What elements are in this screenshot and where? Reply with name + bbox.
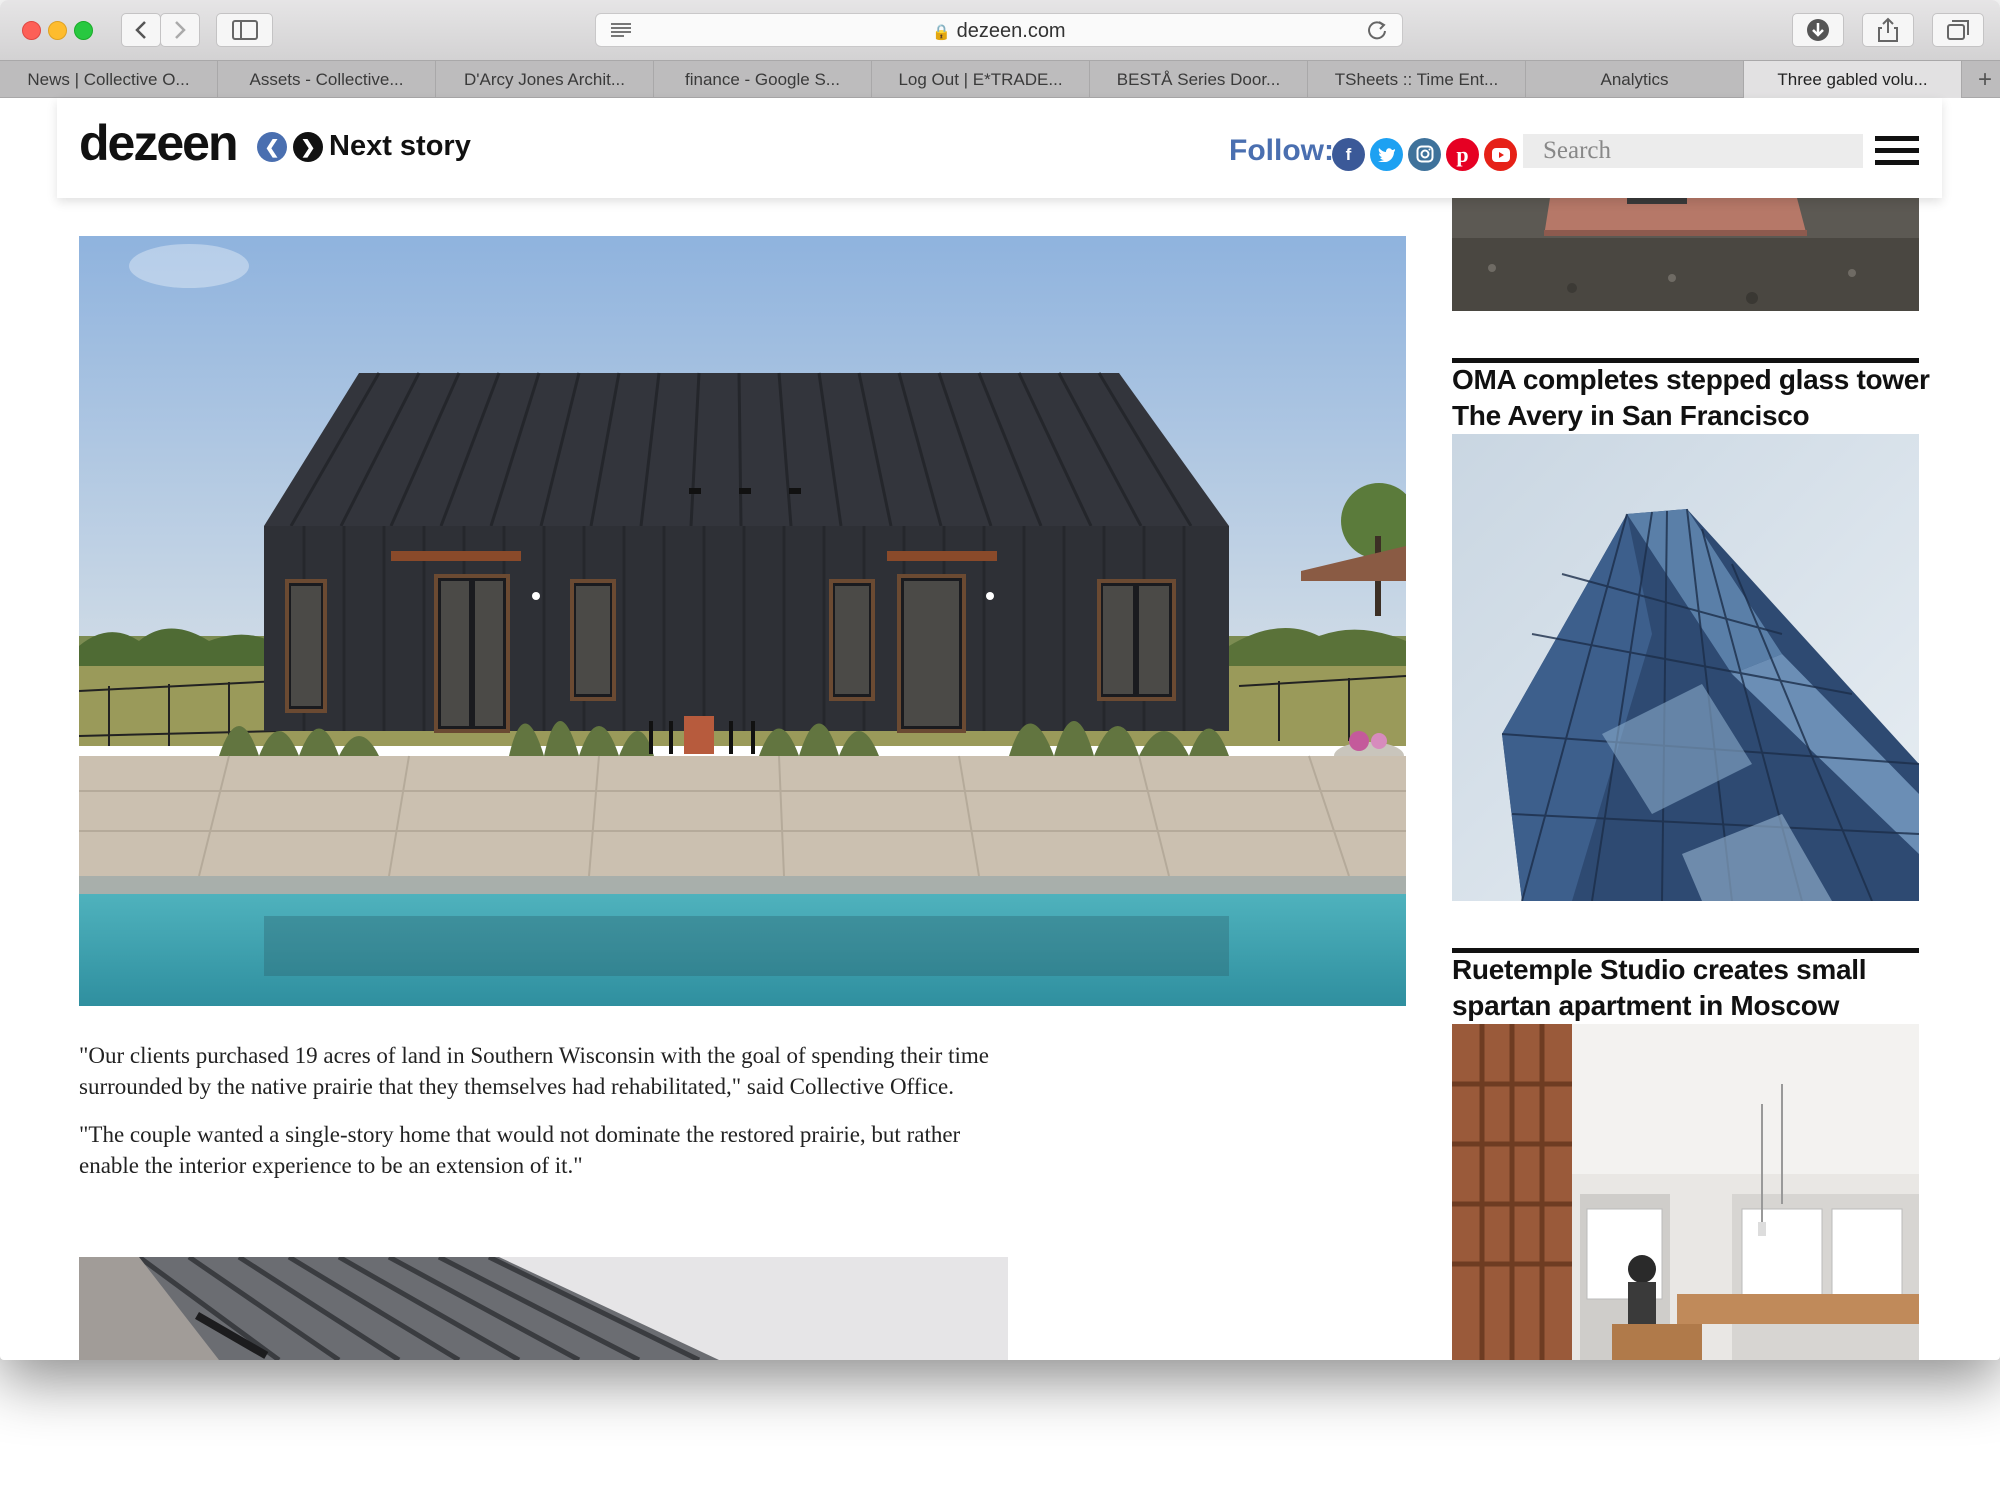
sidebar-toggle-button[interactable] [216,13,273,47]
hero-image [79,236,1406,1006]
search-input[interactable] [1523,134,1863,168]
site-header: dezeen ❮ ❯ Next story Follow: f p [57,98,1942,198]
chevron-right-icon: ❯ [300,137,316,157]
tab-tsheets[interactable]: TSheets :: Time Ent... [1308,61,1526,98]
tab-three-gabled[interactable]: Three gabled volu... [1744,61,1962,98]
article-paragraph: "Our clients purchased 19 acres of land … [79,1043,989,1099]
sidebar-story-image[interactable] [1452,434,1919,901]
chevron-left-icon [135,21,146,39]
lock-icon: 🔒 [932,24,952,41]
menu-button[interactable] [1875,136,1919,168]
follow-label: Follow: [1229,134,1334,167]
download-icon [1807,19,1829,41]
instagram-icon[interactable] [1408,138,1441,171]
dezeen-logo[interactable]: dezeen [79,114,239,172]
twitter-icon[interactable] [1370,138,1403,171]
share-icon [1878,17,1898,42]
sidebar-story-title[interactable]: OMA completes stepped glass tower The Av… [1452,362,1932,434]
address-bar[interactable]: 🔒 dezeen.com [595,13,1403,47]
next-story-link[interactable]: Next story [329,130,471,163]
tab-darcy-jones[interactable]: D'Arcy Jones Archit... [436,61,654,98]
chevron-right-icon [175,21,186,39]
sidebar-icon [231,20,258,40]
tabs-icon [1947,20,1969,40]
hamburger-icon [1875,136,1919,141]
tab-analytics[interactable]: Analytics [1526,61,1744,98]
pinterest-icon[interactable]: p [1446,138,1479,171]
article-body: "Our clients purchased 19 acres of land … [79,1040,1019,1198]
downloads-button[interactable] [1792,13,1844,47]
sidebar-story-image-previous[interactable] [1452,198,1919,311]
youtube-icon[interactable] [1484,138,1517,171]
tab-overview-button[interactable] [1932,13,1984,47]
article-paragraph: "The couple wanted a single-story home t… [79,1122,961,1178]
back-button[interactable] [121,13,161,47]
reload-icon[interactable] [1366,19,1388,41]
tab-news-collective[interactable]: News | Collective O... [0,61,218,98]
tab-bar: News | Collective O... Assets - Collecti… [0,60,2000,98]
next-story-arrow-button[interactable]: ❯ [293,132,323,162]
url-text: dezeen.com [956,20,1066,42]
close-window-button[interactable] [22,21,41,40]
sidebar-story-image[interactable] [1452,1024,1919,1360]
browser-window: 🔒 dezeen.com News | Collective O... Asse… [0,0,2000,1360]
tab-assets-collective[interactable]: Assets - Collective... [218,61,436,98]
facebook-icon[interactable]: f [1332,138,1365,171]
new-tab-button[interactable]: + [1970,61,2000,98]
forward-button[interactable] [160,13,200,47]
article-image-2 [79,1257,1008,1360]
tab-finance-google[interactable]: finance - Google S... [654,61,872,98]
zoom-window-button[interactable] [74,21,93,40]
share-button[interactable] [1862,13,1914,47]
tab-besta[interactable]: BESTÅ Series Door... [1090,61,1308,98]
chevron-left-icon: ❮ [264,137,280,157]
tab-etrade[interactable]: Log Out | E*TRADE... [872,61,1090,98]
minimize-window-button[interactable] [48,21,67,40]
previous-story-button[interactable]: ❮ [257,132,287,162]
sidebar-story-title[interactable]: Ruetemple Studio creates small spartan a… [1452,952,1932,1024]
browser-toolbar: 🔒 dezeen.com [0,0,2000,60]
